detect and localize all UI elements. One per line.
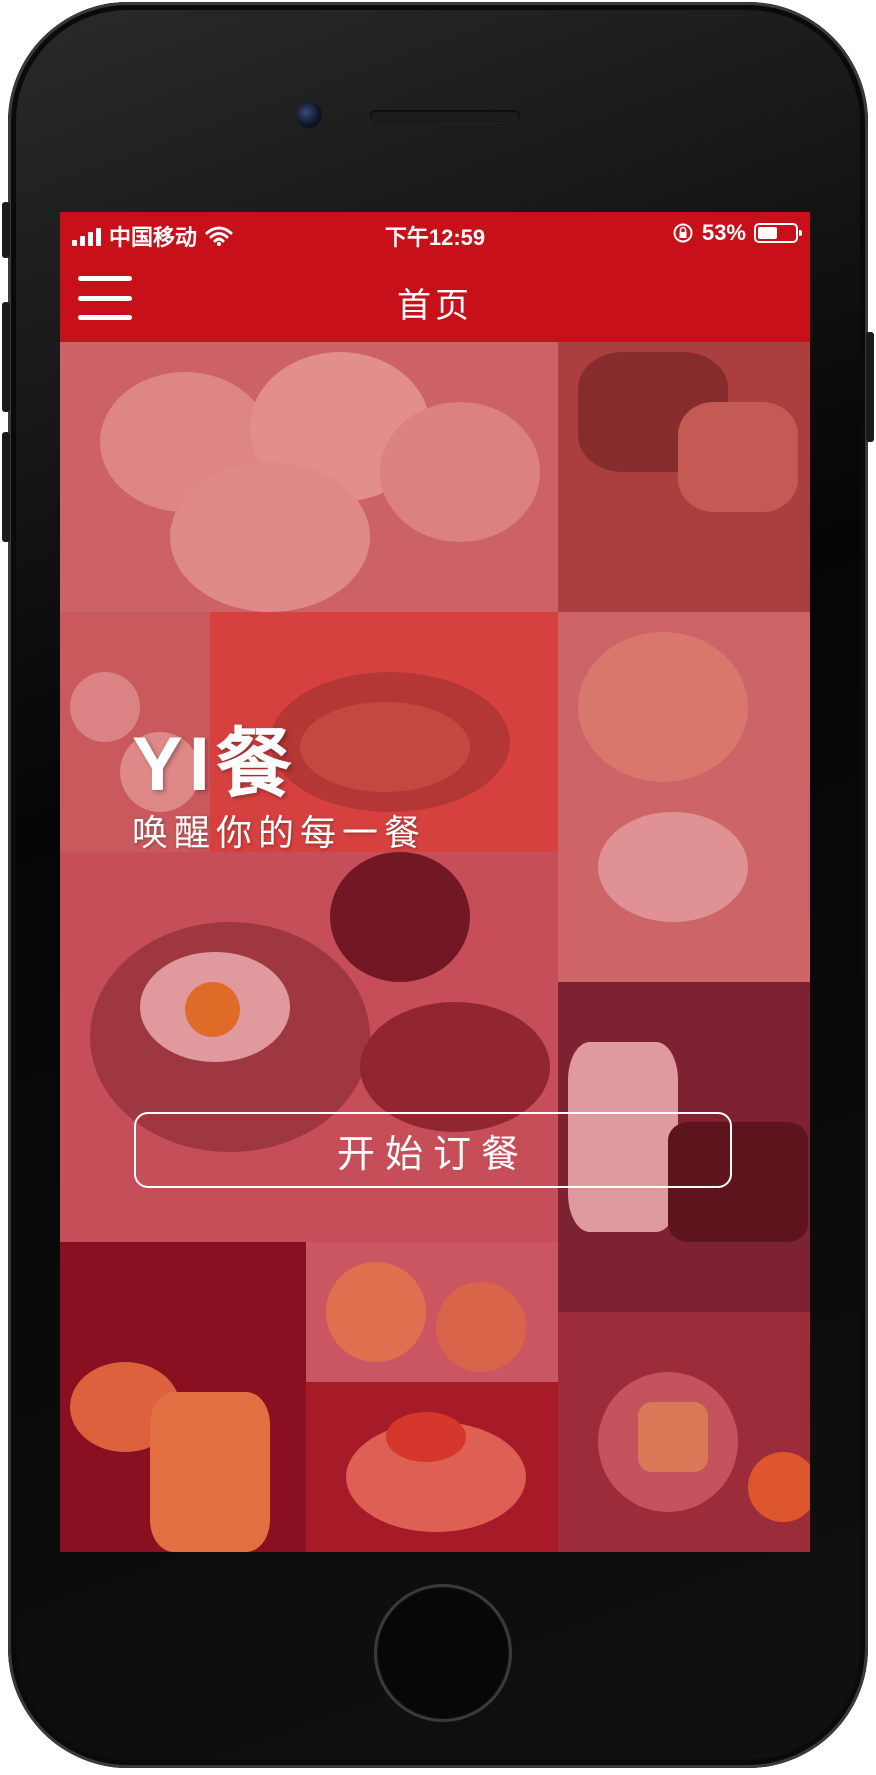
front-camera bbox=[296, 102, 322, 128]
page-title: 首页 bbox=[397, 287, 473, 325]
power-button bbox=[866, 332, 874, 442]
status-right: 53% bbox=[672, 220, 802, 246]
home-button[interactable] bbox=[374, 1584, 512, 1722]
photo-sandwiches bbox=[306, 1242, 558, 1382]
nav-bar: 首页 bbox=[60, 256, 810, 342]
photo-salmon-sushi bbox=[306, 1382, 558, 1552]
volume-up-button bbox=[2, 302, 10, 412]
brand-title: YI餐 bbox=[132, 722, 298, 807]
photo-waffles bbox=[558, 1312, 810, 1552]
status-bar: 中国移动 下午12:59 53% bbox=[60, 212, 810, 256]
photo-har-gow bbox=[558, 612, 810, 982]
photo-orange-drink bbox=[60, 1242, 306, 1552]
brand-slogan: 唤醒你的每一餐 bbox=[132, 812, 427, 853]
battery-fill bbox=[758, 227, 778, 239]
orientation-lock-icon bbox=[673, 223, 693, 243]
start-order-button[interactable]: 开始订餐 bbox=[134, 1112, 732, 1188]
photo-zongzi bbox=[558, 342, 810, 612]
volume-down-button bbox=[2, 432, 10, 542]
mute-switch bbox=[2, 202, 10, 258]
app-screen: 中国移动 下午12:59 53% 首页 YI餐 唤醒你的每一餐 开始订餐 bbox=[60, 212, 810, 1552]
battery-percent: 53% bbox=[701, 220, 746, 245]
battery-icon bbox=[754, 223, 802, 243]
food-photo-collage: YI餐 唤醒你的每一餐 开始订餐 bbox=[60, 342, 810, 1552]
photo-steamed-buns bbox=[60, 342, 558, 612]
earpiece-speaker bbox=[370, 110, 520, 122]
